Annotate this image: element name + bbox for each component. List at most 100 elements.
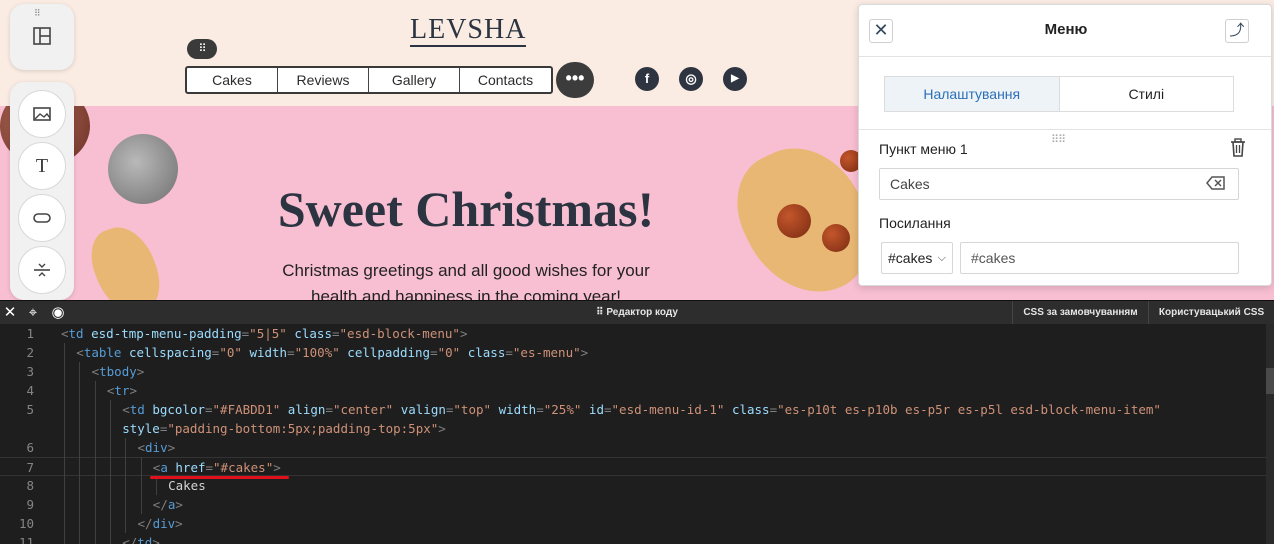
code-line[interactable]: 7 <a href="#cakes"> (0, 457, 1274, 476)
link-url-input[interactable] (960, 242, 1239, 274)
drag-handle-icon[interactable]: ⠿ (34, 8, 41, 19)
code-line[interactable]: style="padding-bottom:5px;padding-top:5p… (0, 419, 1274, 438)
menu-block[interactable]: Cakes Reviews Gallery Contacts (185, 66, 553, 94)
highlight-underline (150, 476, 289, 479)
blocks-toolbar: T (10, 82, 74, 300)
code-editor-toolbar: ✕ ⌖ ◉ ⠿ Редактор коду CSS за замовчування… (0, 300, 1274, 325)
menu-item-reviews[interactable]: Reviews (278, 68, 369, 92)
editor-scrollbar[interactable] (1266, 324, 1274, 544)
tab-styles[interactable]: Стилі (1060, 77, 1234, 111)
trash-icon[interactable] (1227, 137, 1249, 159)
indent-guide (79, 419, 81, 438)
indent-guide (140, 457, 142, 476)
menu-item-heading: Пункт меню 1 (879, 141, 968, 157)
menu-item-label: Cakes (212, 72, 252, 88)
hero-subtitle-line: health and happiness in the coming year! (311, 287, 621, 300)
indent-guide (125, 457, 127, 476)
custom-css-button[interactable]: Користувацький CSS (1148, 301, 1274, 325)
indent-guide (94, 438, 96, 457)
drag-handle-icon[interactable]: ⠿ (187, 39, 217, 59)
indent-guide (64, 362, 65, 381)
menu-item-label: Reviews (296, 72, 350, 88)
clear-input-icon[interactable] (1205, 175, 1227, 193)
indent-guide (109, 400, 111, 419)
menu-item-contacts[interactable]: Contacts (460, 68, 551, 92)
hero-title[interactable]: Sweet Christmas! (0, 180, 932, 238)
button-icon[interactable] (18, 194, 66, 242)
indent-guide (79, 533, 81, 544)
indent-guide (94, 419, 96, 438)
indent-guide (64, 514, 65, 533)
indent-guide (79, 438, 81, 457)
logo-text[interactable]: LEVSHA (410, 16, 527, 47)
indent-guide (64, 476, 65, 495)
code-line[interactable]: 3 <tbody> (0, 362, 1274, 381)
line-number: 11 (18, 535, 34, 544)
menu-item-cakes[interactable]: Cakes (187, 68, 278, 92)
indent-guide (94, 533, 96, 544)
panel-title: Меню (1044, 21, 1088, 38)
link-type-select[interactable]: #cakes ⌵ (881, 242, 953, 274)
drag-handle-icon[interactable]: ⠿⠿ (1051, 133, 1066, 146)
default-css-button[interactable]: CSS за замовчуванням (1012, 301, 1148, 325)
indent-guide (79, 457, 81, 476)
code-text: <a href="#cakes"> (152, 460, 281, 475)
image-icon[interactable] (18, 90, 66, 138)
text-icon[interactable]: T (18, 142, 66, 190)
instagram-icon[interactable]: ◎ (679, 67, 703, 91)
indent-guide (109, 495, 111, 514)
undock-icon[interactable]: ⤴ (1225, 19, 1249, 43)
line-number: 4 (26, 383, 34, 398)
scrollbar-thumb[interactable] (1266, 368, 1274, 394)
link-type-value: #cakes (888, 250, 933, 266)
indent-guide (79, 476, 81, 495)
indent-guide (109, 457, 111, 476)
code-line[interactable]: 10 </div> (0, 514, 1274, 533)
indent-guide (64, 381, 65, 400)
tab-settings[interactable]: Налаштування (885, 77, 1060, 111)
code-line[interactable]: 9 </a> (0, 495, 1274, 514)
spacer-icon[interactable] (18, 246, 66, 294)
line-number: 8 (26, 478, 34, 493)
indent-guide (64, 457, 65, 476)
code-line[interactable]: 4 <tr> (0, 381, 1274, 400)
menu-item-label: Contacts (477, 72, 534, 88)
indent-guide (64, 495, 65, 514)
more-options-button[interactable]: ••• (556, 62, 594, 98)
hero-subtitle-line: Christmas greetings and all good wishes … (282, 261, 650, 280)
indent-guide (109, 514, 111, 533)
code-line[interactable]: 1 <td esd-tmp-menu-padding="5|5" class="e… (0, 324, 1274, 343)
code-line[interactable]: 11 </td> (0, 533, 1274, 544)
facebook-icon[interactable]: f (635, 67, 659, 91)
hero-subtitle[interactable]: Christmas greetings and all good wishes … (0, 258, 932, 300)
menu-item-gallery[interactable]: Gallery (369, 68, 460, 92)
line-number: 9 (26, 497, 34, 512)
indent-guide (64, 343, 65, 362)
code-editor[interactable]: 1 <td esd-tmp-menu-padding="5|5" class="e… (0, 324, 1274, 544)
line-number: 6 (26, 440, 34, 455)
code-text: </td> (122, 535, 160, 544)
indent-guide (109, 476, 111, 495)
indent-guide (109, 419, 111, 438)
code-line[interactable]: 6 <div> (0, 438, 1274, 457)
panel-tabs: Налаштування Стилі (884, 76, 1234, 112)
indent-guide (125, 438, 127, 457)
code-line[interactable]: 5 <td bgcolor="#FABDD1" align="center" va… (0, 400, 1274, 419)
youtube-icon[interactable]: ▶ (723, 67, 747, 91)
indent-guide (79, 514, 81, 533)
line-number: 3 (26, 364, 34, 379)
code-text: <div> (137, 440, 176, 455)
drag-handle-icon: ⠿ (596, 307, 603, 318)
divider (859, 56, 1271, 57)
code-text: </a> (152, 497, 183, 512)
structure-toolbar: ⠿ (10, 4, 74, 70)
layout-icon[interactable] (30, 24, 54, 48)
code-line[interactable]: 2 <table cellspacing="0" width="100%" cel… (0, 343, 1274, 362)
menu-item-text-input[interactable] (879, 168, 1239, 200)
indent-guide (64, 400, 65, 419)
link-heading: Посилання (879, 215, 951, 231)
chevron-down-icon: ⌵ (937, 252, 946, 264)
email-canvas: LEVSHA ⠿ Cakes Reviews Gallery Contacts … (0, 0, 1274, 300)
indent-guide (94, 495, 96, 514)
code-editor-title-text: Редактор коду (606, 307, 678, 318)
